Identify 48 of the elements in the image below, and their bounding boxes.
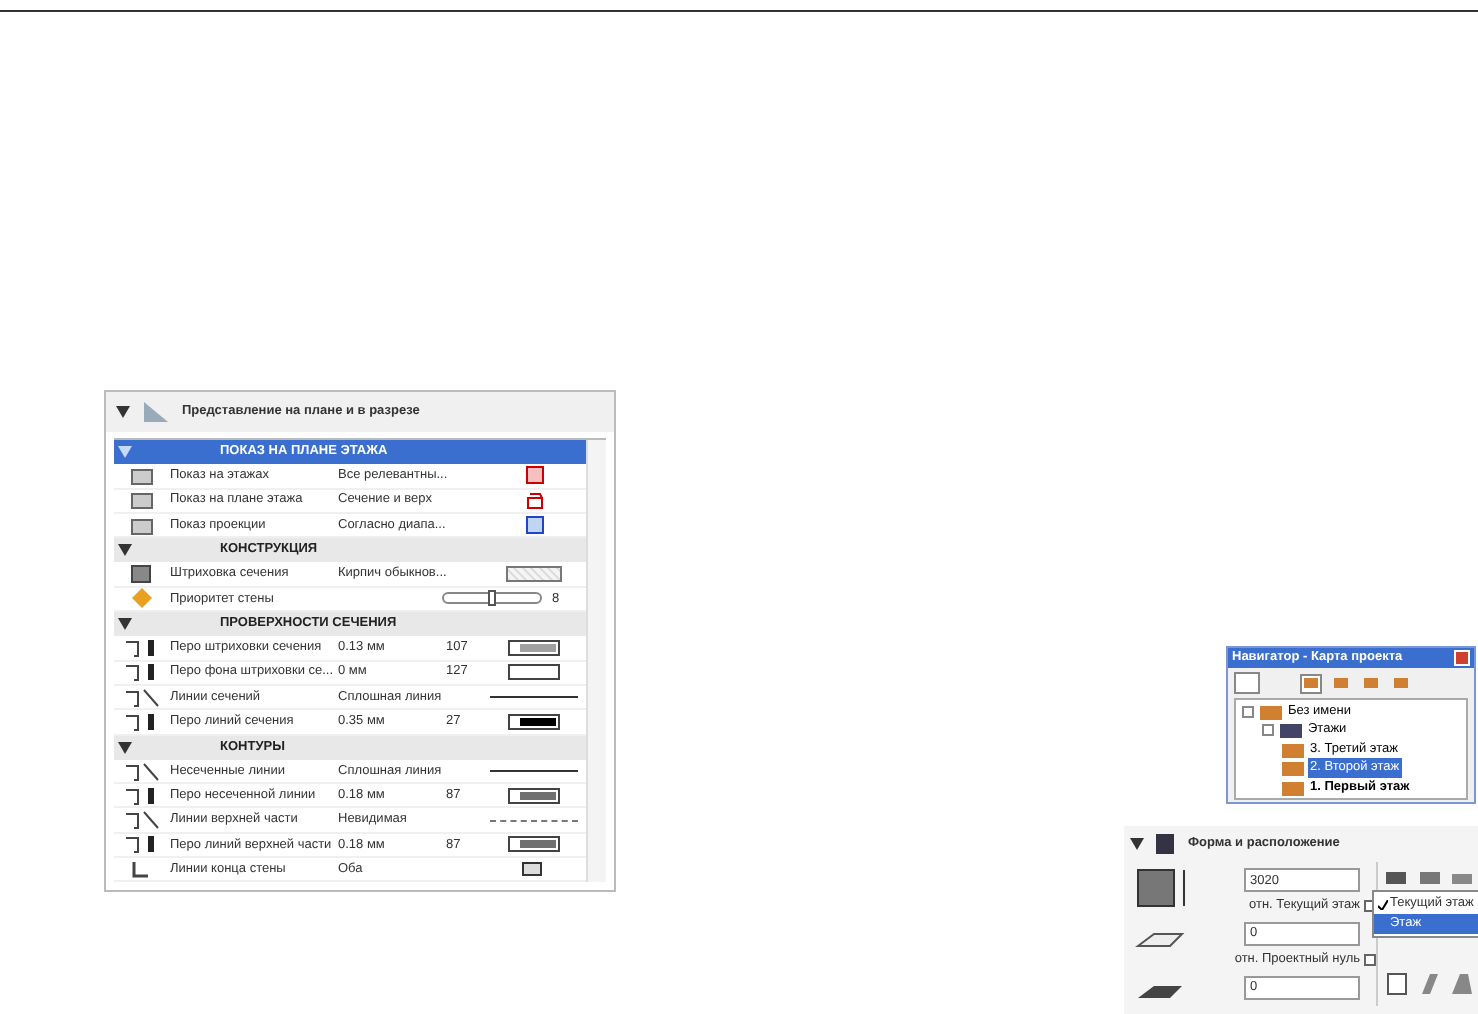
view-menu-icon[interactable] xyxy=(1234,672,1260,694)
line-sample[interactable] xyxy=(490,696,578,699)
pen-icon xyxy=(124,662,160,683)
check-icon xyxy=(1378,899,1388,909)
disclosure-triangle-icon[interactable] xyxy=(116,406,130,418)
pen-swatch[interactable] xyxy=(508,713,560,730)
map-icon[interactable] xyxy=(1360,673,1382,693)
map-icon[interactable] xyxy=(1390,673,1412,693)
wall-end-icon[interactable] xyxy=(522,861,546,878)
element-icon xyxy=(130,490,154,511)
pen-swatch[interactable] xyxy=(508,787,560,804)
story-icon xyxy=(1282,760,1304,777)
line-icon xyxy=(124,810,160,831)
close-icon[interactable] xyxy=(1454,650,1470,666)
fill-pattern[interactable] xyxy=(506,566,562,583)
scrollbar[interactable] xyxy=(586,440,606,883)
element-icon xyxy=(130,515,154,536)
disclosure-triangle-icon[interactable] xyxy=(118,741,132,754)
element-icon xyxy=(130,465,154,486)
plan-icon xyxy=(525,491,543,510)
map-icon[interactable] xyxy=(1300,673,1322,693)
priority-slider[interactable] xyxy=(442,592,542,605)
pen-swatch[interactable] xyxy=(508,836,560,853)
pen-swatch[interactable] xyxy=(508,640,560,657)
disclosure-triangle-icon[interactable] xyxy=(1130,838,1144,850)
disclosure-triangle-icon[interactable] xyxy=(118,544,132,557)
pen-icon xyxy=(124,785,160,806)
story-icon xyxy=(1282,779,1304,796)
line-icon xyxy=(124,761,160,781)
geometry-icons[interactable] xyxy=(1386,868,1478,888)
story-icon xyxy=(1282,741,1304,758)
slider-thumb[interactable] xyxy=(487,590,496,607)
pen-icon xyxy=(124,711,160,732)
line-icon xyxy=(124,687,160,708)
map-icon[interactable] xyxy=(1330,673,1352,693)
pen-icon xyxy=(124,638,160,659)
projection-icon xyxy=(525,516,543,535)
layer-icon xyxy=(1154,832,1178,856)
wall-profile-icons[interactable] xyxy=(1386,972,1478,996)
stories-icon xyxy=(525,466,543,485)
pen-icon xyxy=(124,834,160,855)
folder-icon xyxy=(1280,722,1302,739)
fill-icon xyxy=(130,564,154,585)
section-icon xyxy=(142,400,170,424)
wall-end-icon xyxy=(130,859,154,880)
disclosure-triangle-icon[interactable] xyxy=(118,618,132,631)
folder-icon xyxy=(1260,703,1282,720)
pen-swatch[interactable] xyxy=(508,664,560,681)
